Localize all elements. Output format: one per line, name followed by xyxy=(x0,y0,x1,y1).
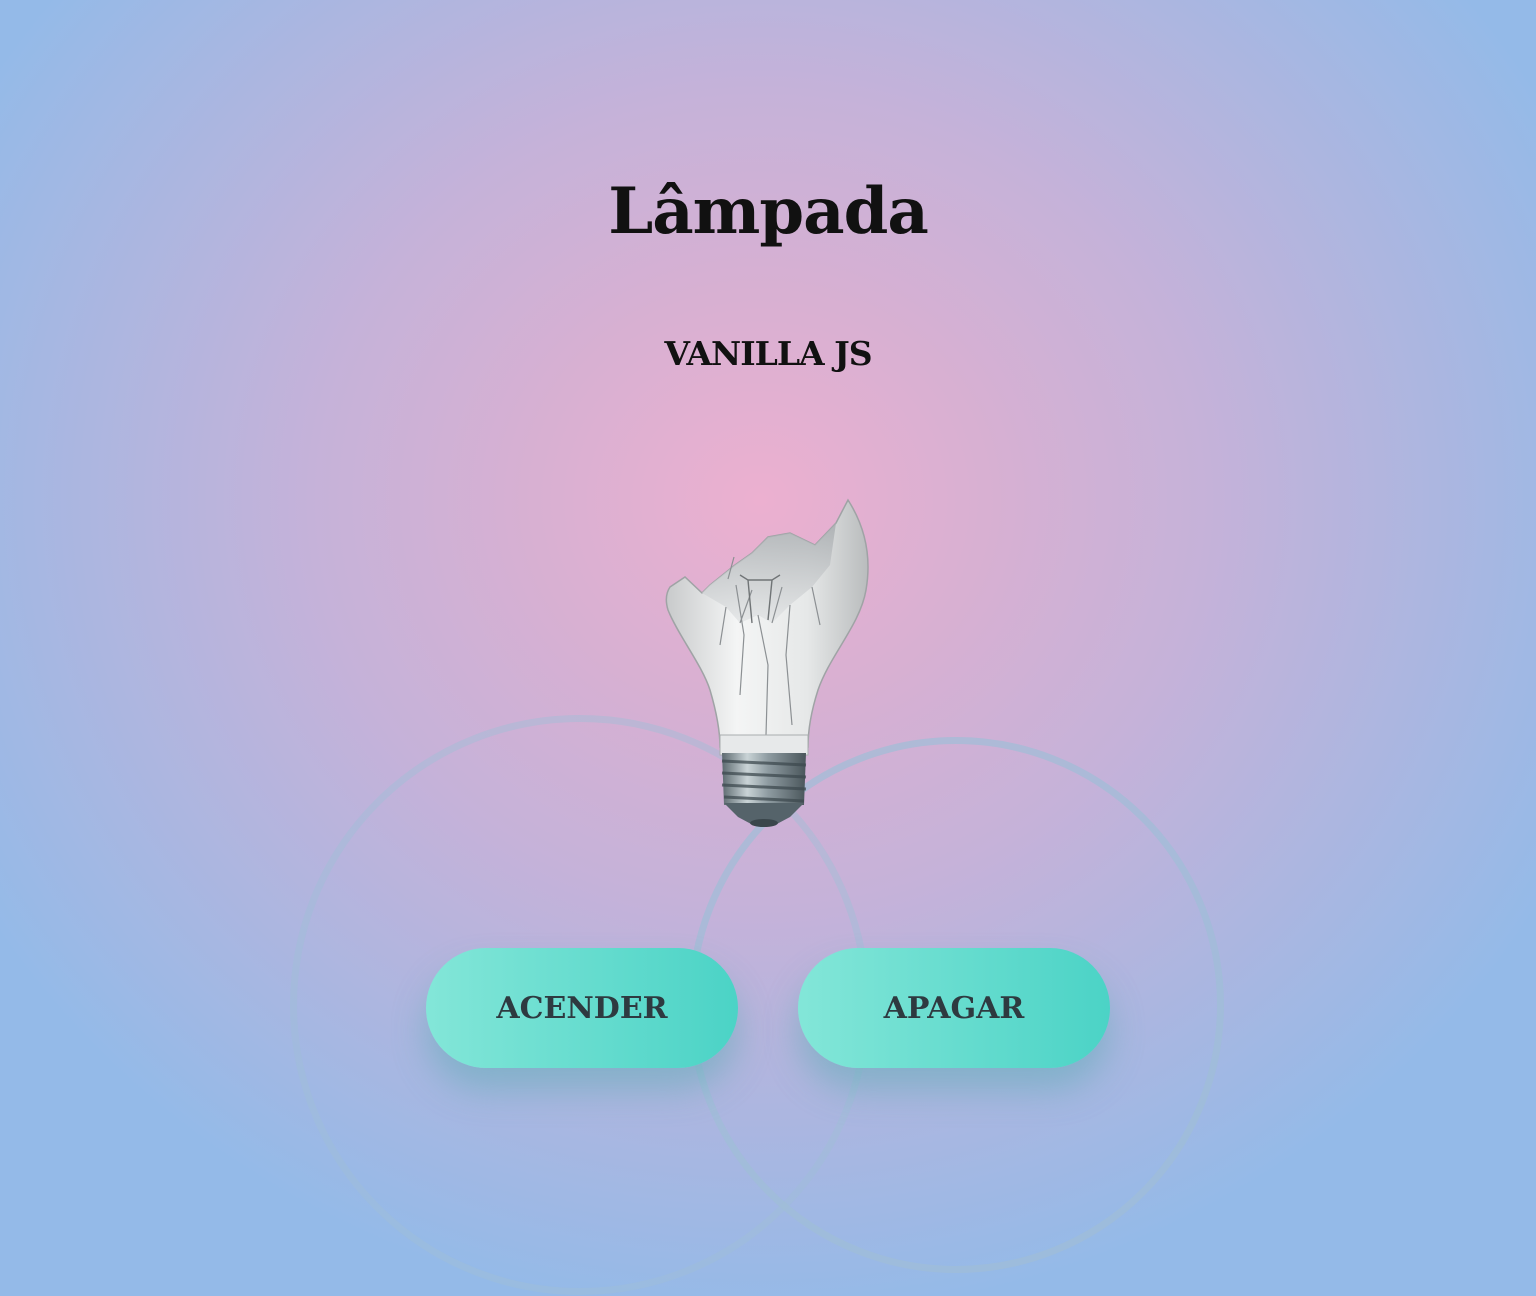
turn-on-button[interactable]: ACENDER xyxy=(426,948,738,1068)
page-title: Lâmpada xyxy=(608,174,929,249)
lamp-image xyxy=(640,495,890,830)
page-subtitle: VANILLA JS xyxy=(664,334,872,373)
broken-lightbulb-icon xyxy=(665,498,869,827)
turn-off-button[interactable]: APAGAR xyxy=(798,948,1110,1068)
